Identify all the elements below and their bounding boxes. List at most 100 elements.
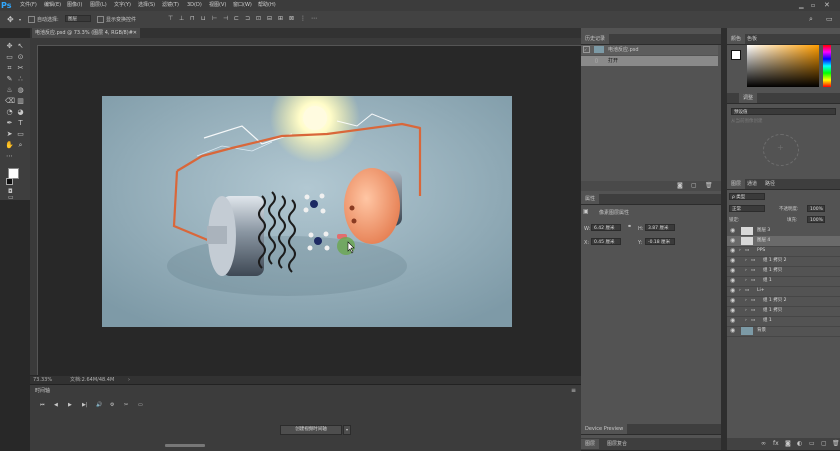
chevron-down-icon[interactable]: ▾ <box>19 17 21 22</box>
menu-item[interactable]: 图层(L) <box>90 0 107 11</box>
align-icon[interactable]: ⊥ <box>179 15 184 22</box>
lasso-tool-icon[interactable]: ⊙ <box>16 53 25 61</box>
layer-row[interactable]: ◉ 背景 <box>727 326 840 337</box>
artboard-tool-icon[interactable]: ↖ <box>16 42 25 50</box>
minimize-icon[interactable]: ▁ <box>799 2 804 9</box>
close-tab-icon[interactable]: ✕ <box>133 28 137 38</box>
align-icon[interactable]: ⊤ <box>168 15 173 22</box>
workspace-icon[interactable]: ▭ <box>826 15 833 23</box>
blend-mode-dropdown[interactable]: 正常 <box>729 205 765 212</box>
fx-icon[interactable]: fx <box>773 440 779 447</box>
x-field[interactable]: 0.45 厘米 <box>591 238 621 245</box>
align-icon[interactable]: ⊏ <box>234 15 239 22</box>
height-field[interactable]: 3.87 厘米 <box>645 224 675 231</box>
align-icon[interactable]: ⊣ <box>223 15 228 22</box>
visibility-eye-icon[interactable]: ◉ <box>730 288 736 294</box>
camera-icon[interactable]: ◙ <box>677 182 683 189</box>
tab-history[interactable]: 历史记录 <box>581 34 610 44</box>
path-select-icon[interactable]: ➤ <box>5 130 14 138</box>
color-picker-field[interactable] <box>747 45 819 87</box>
hue-slider[interactable] <box>823 45 831 87</box>
eyedropper-icon[interactable]: ✎ <box>5 75 14 83</box>
create-video-timeline-button[interactable]: 创建视频时间轴 <box>280 425 342 435</box>
timeline-dropdown-icon[interactable]: ▾ <box>343 425 351 435</box>
link-layers-icon[interactable]: ∞ <box>761 440 766 447</box>
menu-item[interactable]: 窗口(W) <box>233 0 252 11</box>
shape-tool-icon[interactable]: ▭ <box>16 130 25 138</box>
timeline-control-icon[interactable]: ✂ <box>124 402 128 408</box>
blur-icon[interactable]: ◔ <box>5 108 14 116</box>
visibility-eye-icon[interactable]: ◉ <box>730 238 736 244</box>
auto-select-dropdown[interactable]: 图层 <box>65 15 91 22</box>
status-menu-icon[interactable]: › <box>128 376 130 384</box>
tab-swatches[interactable]: 色板 <box>743 34 761 44</box>
panel-menu-icon[interactable]: ≡ <box>571 387 576 394</box>
visibility-eye-icon[interactable]: ◉ <box>730 268 736 274</box>
pen-tool-icon[interactable]: ✒ <box>5 119 14 127</box>
marquee-tool-icon[interactable]: ▭ <box>5 53 14 61</box>
expand-chevron-icon[interactable]: › <box>745 256 747 266</box>
align-icon[interactable]: ⊓ <box>190 15 195 22</box>
delete-layer-icon[interactable]: 🗑 <box>832 440 840 447</box>
timeline-control-icon[interactable]: 🔊 <box>96 402 102 408</box>
dodge-icon[interactable]: ◕ <box>16 108 25 116</box>
fill-field[interactable]: 100% <box>807 216 825 223</box>
y-field[interactable]: -0.18 厘米 <box>645 238 675 245</box>
timeline-control-icon[interactable]: ◀ <box>54 402 58 408</box>
eraser-icon[interactable]: ⌫ <box>5 97 15 105</box>
zoom-tool-icon[interactable]: ⌕ <box>16 141 25 149</box>
slice-tool-icon[interactable]: ✂ <box>16 64 25 72</box>
menu-item[interactable]: 图像(I) <box>67 0 82 11</box>
align-icon[interactable]: ⋯ <box>311 15 317 22</box>
visibility-eye-icon[interactable]: ◉ <box>730 258 736 264</box>
new-layer-icon[interactable]: ▢ <box>821 440 827 447</box>
menu-item[interactable]: 选择(S) <box>138 0 155 11</box>
crop-tool-icon[interactable]: ⌗ <box>5 64 14 72</box>
expand-chevron-icon[interactable]: › <box>745 296 747 306</box>
menu-item[interactable]: 编辑(E) <box>44 0 61 11</box>
menu-item[interactable]: 文件(F) <box>20 0 37 11</box>
gradient-icon[interactable]: ▥ <box>16 97 25 105</box>
align-icon[interactable]: ⊔ <box>201 15 206 22</box>
new-doc-icon[interactable]: ▢ <box>691 182 697 189</box>
more-tools-icon[interactable]: ⋯ <box>5 152 14 160</box>
tab-properties[interactable]: 属性 <box>581 194 600 204</box>
maximize-icon[interactable]: ▫ <box>811 2 815 9</box>
align-icon[interactable]: ⊟ <box>267 15 272 22</box>
timeline-zoom-slider[interactable] <box>165 444 205 447</box>
history-brush-icon[interactable]: ◍ <box>16 86 25 94</box>
document-tab[interactable]: 电池反应.psd @ 73.3% (图层 4, RGB/8)# ✕ <box>32 28 140 38</box>
menu-item[interactable]: 滤镜(T) <box>162 0 179 11</box>
align-icon[interactable]: ⊢ <box>212 15 217 22</box>
align-icon[interactable]: ⊐ <box>245 15 250 22</box>
opacity-field[interactable]: 100% <box>807 205 825 212</box>
show-transform-checkbox[interactable] <box>97 16 104 23</box>
color-fg-swatch[interactable] <box>731 50 741 60</box>
mask-icon[interactable]: ◙ <box>785 440 791 447</box>
default-colors-icon[interactable] <box>6 178 13 185</box>
menu-item[interactable]: 文字(Y) <box>114 0 131 11</box>
timeline-control-icon[interactable]: ⚙ <box>110 402 114 408</box>
clone-stamp-icon[interactable]: ♨ <box>5 86 14 94</box>
align-icon[interactable]: ⊞ <box>278 15 283 22</box>
timeline-control-icon[interactable]: ▭ <box>138 402 143 408</box>
width-field[interactable]: 6.42 厘米 <box>591 224 621 231</box>
canvas-artwork[interactable] <box>102 96 512 327</box>
snapshot-checkbox[interactable]: ✓ <box>583 46 590 53</box>
layer-filter-dropdown[interactable]: ρ 类型 <box>729 193 765 200</box>
expand-chevron-icon[interactable]: › <box>745 306 747 316</box>
trash-icon[interactable]: 🗑 <box>705 182 713 189</box>
align-icon[interactable]: ⊠ <box>289 15 294 22</box>
expand-chevron-icon[interactable]: › <box>745 316 747 326</box>
expand-chevron-icon[interactable]: › <box>739 246 741 256</box>
tab-layers-footer[interactable]: 图层 <box>581 439 600 449</box>
type-tool-icon[interactable]: T <box>16 119 25 127</box>
tab-channels[interactable]: 通道 <box>743 179 761 189</box>
visibility-eye-icon[interactable]: ◉ <box>730 298 736 304</box>
tab-device-preview[interactable]: Device Preview <box>581 424 628 434</box>
close-icon[interactable]: ✕ <box>824 1 830 9</box>
zoom-readout[interactable]: 73.33% <box>33 376 52 384</box>
expand-chevron-icon[interactable]: › <box>745 276 747 286</box>
menu-item[interactable]: 3D(D) <box>187 0 202 11</box>
link-icon[interactable]: ⚭ <box>627 223 632 230</box>
